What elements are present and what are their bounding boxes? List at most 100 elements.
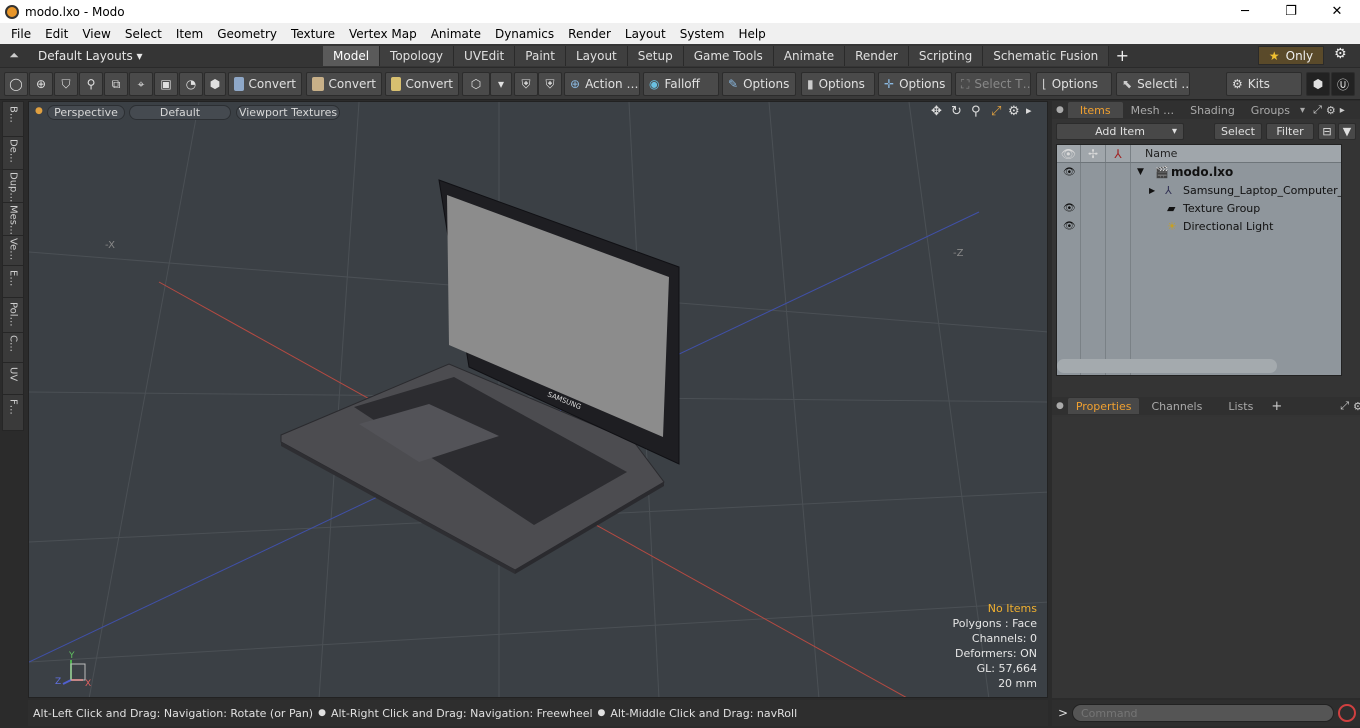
tab-model[interactable]: Model xyxy=(323,45,381,66)
lock-column-icon[interactable]: ✢ xyxy=(1081,145,1106,162)
eye-icon[interactable]: 👁 xyxy=(1063,203,1076,214)
select-pivot-icon[interactable]: ⧉ xyxy=(104,72,128,96)
vtab-fusion[interactable]: F… xyxy=(3,395,23,430)
tab-topology[interactable]: Topology xyxy=(380,45,455,66)
eye-icon[interactable]: 👁 xyxy=(1063,221,1076,232)
select-polygons-icon[interactable]: ⛉ xyxy=(54,72,78,96)
select-auto-icon[interactable]: ◔ xyxy=(179,72,203,96)
items-list[interactable]: 👁 ✢ ⅄ Name 👁 ▼ 🎬 modo.lxo ▶ ⅄ Samsung_La… xyxy=(1056,144,1342,376)
menu-geometry[interactable]: Geometry xyxy=(210,27,284,41)
viewport-dot-icon[interactable]: ● xyxy=(35,106,43,116)
list-item[interactable]: 👁 ☀ Directional Light xyxy=(1057,217,1341,235)
vtab-duplicate[interactable]: Dup… xyxy=(3,168,23,203)
chevron-down-icon[interactable]: ▾ xyxy=(490,72,512,96)
tab-channels[interactable]: Channels xyxy=(1139,398,1214,414)
convert-button-3[interactable]: Convert xyxy=(385,72,459,96)
layout-collapse-icon[interactable]: ⏶ xyxy=(0,48,28,63)
menu-vertex-map[interactable]: Vertex Map xyxy=(342,27,424,41)
tab-layout[interactable]: Layout xyxy=(565,45,628,66)
eye-icon[interactable]: 👁 xyxy=(1063,167,1076,178)
vtab-uv[interactable]: UV xyxy=(3,363,23,395)
vtab-vertex[interactable]: Ve… xyxy=(3,234,23,266)
falloff-button[interactable]: ◉ Falloff xyxy=(643,72,719,96)
maximize-icon[interactable]: ❐ xyxy=(1268,0,1314,23)
horizontal-scrollbar[interactable] xyxy=(1057,359,1277,373)
maximize-view-icon[interactable]: ⤢ xyxy=(991,104,1001,119)
panel-arrow-icon[interactable]: ▸ xyxy=(1340,105,1345,116)
expand-panel-icon[interactable]: ⤢ xyxy=(1340,399,1349,413)
tab-render[interactable]: Render xyxy=(845,45,909,66)
options-button-3[interactable]: ✛ Options xyxy=(878,72,952,96)
name-column-header[interactable]: Name xyxy=(1145,147,1177,160)
menu-help[interactable]: Help xyxy=(731,27,772,41)
render-column-icon[interactable]: ⅄ xyxy=(1106,145,1131,162)
menu-render[interactable]: Render xyxy=(561,27,618,41)
unreal-icon[interactable]: Ⓤ xyxy=(1331,72,1355,96)
tab-game-tools[interactable]: Game Tools xyxy=(683,45,774,66)
expand-panel-icon[interactable]: ⤢ xyxy=(1313,103,1322,117)
menu-texture[interactable]: Texture xyxy=(284,27,342,41)
convert-button-1[interactable]: Convert xyxy=(228,72,302,96)
viewport-gear-icon[interactable]: ⚙ xyxy=(1008,104,1020,119)
action-center-button[interactable]: ⊕ Action … xyxy=(564,72,640,96)
visibility-column-eye-icon[interactable]: 👁 xyxy=(1057,145,1081,162)
menu-edit[interactable]: Edit xyxy=(38,27,75,41)
pan-icon[interactable]: ✥ xyxy=(931,104,942,119)
tab-scripting[interactable]: Scripting xyxy=(908,45,984,66)
add-tab-icon[interactable]: + xyxy=(1271,399,1282,414)
tab-mesh[interactable]: Mesh … xyxy=(1123,102,1182,118)
menu-view[interactable]: View xyxy=(75,27,117,41)
select-button[interactable]: Select xyxy=(1214,123,1262,140)
list-item[interactable]: 👁 ▰ Texture Group xyxy=(1057,199,1341,217)
options-button-4[interactable]: ⌊ Options xyxy=(1036,72,1112,96)
tab-uvedit[interactable]: UVEdit xyxy=(454,45,516,66)
vtab-polygon[interactable]: Pol… xyxy=(3,298,23,333)
vtab-mesh-edit[interactable]: Mes… xyxy=(3,201,23,236)
vtab-curve[interactable]: C… xyxy=(3,331,23,363)
mesh-item-icon[interactable]: ⬢ xyxy=(204,72,226,96)
panel-dot-icon[interactable]: ● xyxy=(1056,105,1064,115)
selection-button[interactable]: ⬉ Selecti … xyxy=(1116,72,1190,96)
snapping-icon[interactable]: ⛨ xyxy=(538,72,562,96)
view-mode-dropdown[interactable]: Perspective xyxy=(47,105,125,120)
workplane-icon[interactable]: ⬡ xyxy=(462,72,490,96)
menu-animate[interactable]: Animate xyxy=(424,27,488,41)
tab-lists[interactable]: Lists xyxy=(1214,398,1267,414)
viewport-expand-icon[interactable]: ▸ xyxy=(1026,104,1032,117)
funnel-icon[interactable]: ▼ xyxy=(1338,123,1356,140)
add-item-button[interactable]: Add Item ▾ xyxy=(1056,123,1184,140)
tab-items[interactable]: Items xyxy=(1067,102,1123,118)
only-toggle[interactable]: ★ Only xyxy=(1258,46,1324,65)
select-items-icon[interactable]: ⚲ xyxy=(79,72,103,96)
viewport-textures-dropdown[interactable]: Viewport Textures xyxy=(236,105,340,120)
list-item[interactable]: 👁 ▼ 🎬 modo.lxo xyxy=(1057,163,1341,181)
tab-animate[interactable]: Animate xyxy=(773,45,846,66)
minimize-icon[interactable]: ─ xyxy=(1222,0,1268,23)
viewport-3d[interactable]: -X -Z SAMSUNG ● Perspective Default View… xyxy=(28,101,1048,698)
convert-button-2[interactable]: Convert xyxy=(306,72,382,96)
select-center-icon[interactable]: ⌖ xyxy=(129,72,153,96)
tab-paint[interactable]: Paint xyxy=(515,45,566,66)
tab-schematic-fusion[interactable]: Schematic Fusion xyxy=(983,45,1110,66)
menu-select[interactable]: Select xyxy=(118,27,169,41)
select-edges-icon[interactable]: ⊕ xyxy=(29,72,53,96)
zoom-icon[interactable]: ⚲ xyxy=(971,104,981,119)
tab-properties[interactable]: Properties xyxy=(1067,398,1140,414)
menu-dynamics[interactable]: Dynamics xyxy=(488,27,561,41)
expand-arrow-icon[interactable]: ▶ xyxy=(1149,186,1155,195)
vtab-deform[interactable]: De… xyxy=(3,135,23,170)
layout-preset-dropdown[interactable]: Default Layouts ▾ xyxy=(28,49,323,63)
panel-gear-icon[interactable]: ⚙ xyxy=(1326,104,1336,117)
panel-gear-icon[interactable]: ⚙ xyxy=(1353,400,1360,413)
tab-groups[interactable]: Groups xyxy=(1243,102,1298,118)
shading-dropdown[interactable]: Default xyxy=(129,105,231,120)
tab-shading[interactable]: Shading xyxy=(1182,102,1243,118)
chevron-down-icon[interactable]: ▾ xyxy=(1300,105,1305,116)
menu-item[interactable]: Item xyxy=(169,27,210,41)
select-through-button[interactable]: ⛶ Select T… xyxy=(955,72,1031,96)
select-vertices-icon[interactable]: ◯ xyxy=(4,72,28,96)
menu-file[interactable]: File xyxy=(4,27,38,41)
filter-button[interactable]: Filter xyxy=(1266,123,1314,140)
options-button-2[interactable]: ▮ Options xyxy=(801,72,875,96)
panel-dot-icon[interactable]: ● xyxy=(1056,401,1064,411)
